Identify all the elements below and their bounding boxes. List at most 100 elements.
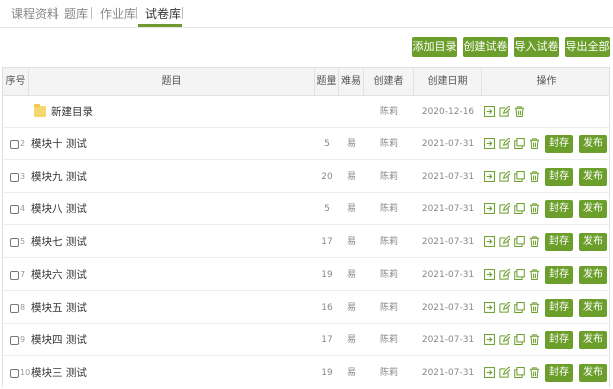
trash-icon[interactable] [514,106,525,117]
seal-button[interactable]: 封存 [545,233,573,252]
move-to-folder-icon[interactable] [484,236,495,248]
row-checkbox[interactable] [10,270,19,280]
tab-divider [182,7,183,19]
edit-icon[interactable] [499,170,510,182]
seal-button[interactable]: 封存 [545,298,573,317]
create-paper-button[interactable]: 创建试卷 [463,37,508,57]
publish-button[interactable]: 发布 [579,331,607,350]
table-row[interactable]: 2 模块十 测试 5 易 陈莉 2021-07-31 封存 发布 [3,128,609,160]
publish-button[interactable]: 发布 [579,200,607,219]
difficulty: 易 [346,171,356,182]
trash-icon[interactable] [529,236,540,248]
paper-title[interactable]: 模块三 测试 [31,357,231,387]
publish-button[interactable]: 发布 [579,363,607,382]
row-checkbox[interactable] [10,368,19,378]
export-all-button[interactable]: 导出全部 [565,37,610,57]
header-actions: 操作 [536,76,557,87]
row-checkbox[interactable] [10,336,19,346]
edit-icon[interactable] [499,138,510,149]
move-to-folder-icon[interactable] [484,366,495,378]
edit-icon[interactable] [499,301,510,313]
header-creator: 创建者 [364,68,414,96]
paper-table: 序号 题目 题量 难易 创建者 创建日期 操作 新建目录 陈莉 2020-12-… [2,67,610,387]
tab-question-bank[interactable]: 题库 [64,5,88,22]
table-row[interactable]: 7 模块六 测试 19 易 陈莉 2021-07-31 封存 发布 [3,259,609,291]
paper-title[interactable]: 模块十 测试 [31,128,231,160]
row-checkbox[interactable] [10,205,19,215]
table-row[interactable]: 10 模块三 测试 19 易 陈莉 2021-07-31 封存 发布 [3,357,609,387]
move-to-folder-icon[interactable] [484,138,495,149]
move-to-folder-icon[interactable] [484,106,495,117]
add-directory-button[interactable]: 添加目录 [412,37,457,57]
table-row[interactable]: 9 模块四 测试 17 易 陈莉 2021-07-31 封存 发布 [3,324,609,357]
copy-icon[interactable] [514,138,525,149]
publish-button[interactable]: 发布 [579,265,607,284]
paper-title[interactable]: 模块八 测试 [31,193,231,225]
question-count: 20 [321,171,333,182]
publish-button[interactable]: 发布 [579,298,607,317]
trash-icon[interactable] [529,171,540,182]
trash-icon[interactable] [529,138,540,149]
paper-title[interactable]: 模块七 测试 [31,226,231,258]
copy-icon[interactable] [514,366,525,378]
edit-icon[interactable] [499,366,510,378]
seal-button[interactable]: 封存 [545,167,573,186]
tab-course-materials[interactable]: 课程资料 [11,5,59,22]
seal-button[interactable]: 封存 [545,331,573,350]
move-to-folder-icon[interactable] [484,268,495,280]
import-paper-button[interactable]: 导入试卷 [514,37,559,57]
header-index: 序号 [3,68,29,96]
folder-title[interactable]: 新建目录 [51,96,251,128]
edit-icon[interactable] [499,334,510,345]
difficulty: 易 [346,204,356,215]
table-row[interactable]: 5 模块七 测试 17 易 陈莉 2021-07-31 封存 发布 [3,226,609,259]
table-row[interactable]: 4 模块八 测试 5 易 陈莉 2021-07-31 封存 发布 [3,193,609,226]
created-date: 2021-07-31 [421,171,475,182]
edit-icon[interactable] [499,236,510,247]
trash-icon[interactable] [529,269,540,280]
trash-icon[interactable] [529,334,540,346]
header-date: 创建日期 [414,68,482,96]
creator: 陈莉 [379,139,398,149]
row-checkbox[interactable] [10,140,19,149]
row-checkbox[interactable] [10,303,19,313]
seal-button[interactable]: 封存 [545,135,573,153]
edit-icon[interactable] [499,203,510,214]
copy-icon[interactable] [514,236,525,248]
table-row[interactable]: 3 模块九 测试 20 易 陈莉 2021-07-31 封存 发布 [3,161,609,193]
tab-divider [55,7,56,19]
row-index: 7 [20,269,26,279]
paper-title[interactable]: 模块六 测试 [31,259,231,291]
edit-icon[interactable] [499,268,510,280]
edit-icon[interactable] [499,106,510,117]
publish-button[interactable]: 发布 [579,135,607,153]
trash-icon[interactable] [529,203,540,215]
trash-icon[interactable] [529,367,540,378]
seal-button[interactable]: 封存 [545,200,573,219]
paper-title[interactable]: 模块九 测试 [31,161,231,193]
copy-icon[interactable] [514,170,525,182]
tab-paper-bank[interactable]: 试卷库 [145,5,181,22]
seal-button[interactable]: 封存 [545,265,573,284]
move-to-folder-icon[interactable] [484,301,495,313]
move-to-folder-icon[interactable] [484,334,495,346]
trash-icon[interactable] [529,301,540,313]
folder-row[interactable]: 新建目录 陈莉 2020-12-16 [3,96,609,128]
paper-title[interactable]: 模块五 测试 [31,292,231,324]
move-to-folder-icon[interactable] [484,170,495,182]
table-row[interactable]: 8 模块五 测试 16 易 陈莉 2021-07-31 封存 发布 [3,292,609,324]
creator: 陈莉 [379,237,398,248]
move-to-folder-icon[interactable] [484,203,495,215]
copy-icon[interactable] [514,203,525,215]
publish-button[interactable]: 发布 [579,167,607,186]
publish-button[interactable]: 发布 [579,233,607,252]
row-checkbox[interactable] [10,172,19,182]
created-date: 2021-07-31 [421,335,475,346]
paper-title[interactable]: 模块四 测试 [31,324,231,356]
copy-icon[interactable] [514,301,525,313]
tab-homework-bank[interactable]: 作业库 [100,5,136,22]
row-checkbox[interactable] [10,238,19,248]
copy-icon[interactable] [514,334,525,346]
seal-button[interactable]: 封存 [545,363,573,382]
copy-icon[interactable] [514,268,525,280]
